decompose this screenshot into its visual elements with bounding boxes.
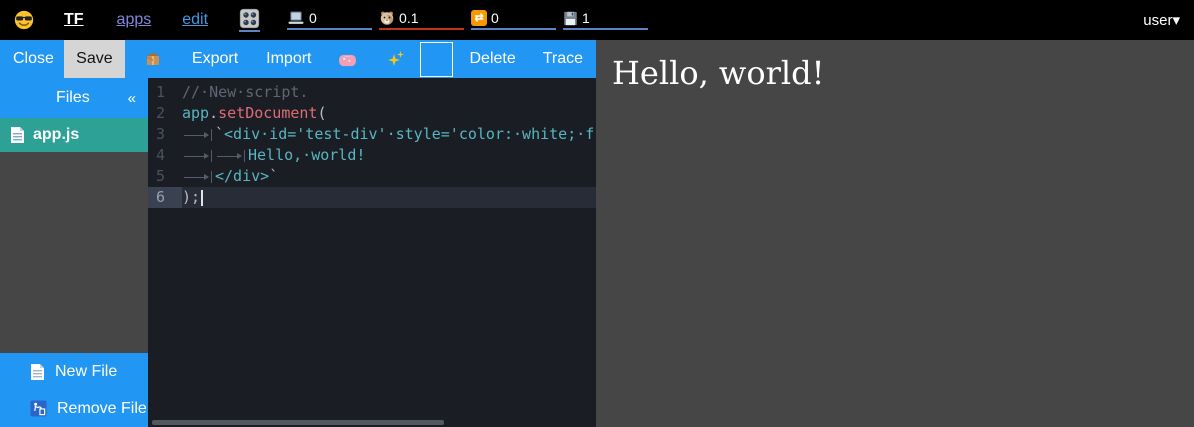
code-line: 4 Hello,·world! (148, 145, 596, 166)
line-number: 1 (148, 82, 182, 103)
hello-world-text: Hello, world! (612, 54, 1194, 92)
code-line: 3 `<div·id='test-div'·style='color:·whit… (148, 124, 596, 145)
code-line: 2 app.setDocument( (148, 103, 596, 124)
document-icon (10, 126, 25, 144)
hamster-icon (379, 10, 395, 26)
code-editor[interactable]: 1 //·New·script. 2 app.setDocument( 3 `<… (148, 78, 596, 427)
top-bar: TF apps edit (0, 0, 1194, 40)
text-cursor (201, 190, 203, 206)
code-token-punct: ( (317, 104, 326, 122)
floppy-disk-icon (563, 11, 578, 26)
export-button[interactable]: Export (192, 50, 238, 68)
smiley-sunglasses-icon[interactable] (13, 9, 35, 31)
floppy-counter: 1 (563, 10, 648, 30)
code-token-variable: app (182, 104, 209, 122)
soap-icon[interactable] (338, 52, 357, 67)
trace-button[interactable]: Trace (543, 50, 583, 68)
code-token-punct: . (209, 104, 218, 122)
sync-counter: ⇄ 0 (471, 10, 556, 30)
code-line-active: 6 ); (148, 187, 596, 208)
line-number: 6 (148, 187, 182, 208)
new-file-button[interactable]: New File (0, 353, 148, 390)
files-title: Files (0, 89, 128, 107)
hamster-counter: 0.1 (379, 10, 464, 30)
tab-indicator (215, 150, 245, 162)
sync-counter-value: 0 (491, 10, 499, 26)
control-knobs-icon[interactable] (239, 8, 260, 32)
sparkles-icon[interactable] (387, 50, 405, 68)
user-menu[interactable]: user▾ (1143, 11, 1194, 29)
line-number: 2 (148, 103, 182, 124)
edit-link[interactable]: edit (182, 11, 208, 29)
litter-bin-icon (30, 400, 47, 417)
line-number: 4 (148, 145, 182, 166)
collapse-sidebar-button[interactable]: « (128, 90, 148, 107)
apps-link[interactable]: apps (117, 11, 152, 29)
code-token-string: <div·id='test-div'·style='color:·white;·… (224, 125, 594, 143)
new-file-icon (30, 363, 45, 381)
file-item-appjs[interactable]: app.js (0, 118, 148, 152)
import-button[interactable]: Import (266, 50, 311, 68)
code-token-punct: ` (269, 167, 278, 185)
code-token-property: setDocument (218, 104, 317, 122)
horizontal-scrollbar[interactable] (152, 420, 444, 425)
workspace: Files « app.j (0, 78, 596, 427)
remove-file-button[interactable]: Remove File (0, 390, 148, 427)
main-area: Close Save Export Import (0, 40, 1194, 427)
code-token-punct: ); (182, 188, 200, 206)
floppy-counter-value: 1 (582, 10, 590, 26)
line-number: 5 (148, 166, 182, 187)
laptop-icon (287, 11, 305, 26)
brand-link[interactable]: TF (64, 11, 84, 29)
file-name: app.js (33, 126, 79, 144)
hamster-counter-value: 0.1 (399, 10, 418, 26)
laptop-counter-value: 0 (309, 10, 317, 26)
package-icon[interactable] (144, 50, 162, 68)
remove-file-label: Remove File (57, 400, 147, 418)
files-sidebar: Files « app.j (0, 78, 148, 427)
code-token-string: </div> (215, 167, 269, 185)
line-number: 3 (148, 124, 182, 145)
tab-indicator (182, 150, 212, 162)
code-token-punct: ` (215, 125, 224, 143)
tab-indicator (182, 129, 212, 141)
code-line: 1 //·New·script. (148, 82, 596, 103)
close-button[interactable]: Close (13, 50, 54, 68)
code-token-string: Hello,·world! (248, 146, 365, 164)
save-button[interactable]: Save (64, 40, 125, 78)
laptop-counter: 0 (287, 10, 372, 30)
ide-panel: Close Save Export Import (0, 40, 596, 427)
sidebar-empty-space (0, 152, 148, 353)
files-header: Files « (0, 78, 148, 118)
color-swatch-button[interactable] (420, 42, 453, 77)
document-preview: Hello, world! (596, 40, 1194, 427)
delete-button[interactable]: Delete (470, 50, 516, 68)
sync-arrows-icon: ⇄ (471, 10, 487, 26)
code-line: 5 </div>` (148, 166, 596, 187)
tab-indicator (182, 171, 212, 183)
top-bar-left: TF apps edit (0, 8, 655, 32)
code-token-comment: //·New·script. (182, 83, 308, 101)
sidebar-actions: New File (0, 353, 148, 427)
new-file-label: New File (55, 363, 117, 381)
editor-toolbar: Close Save Export Import (0, 40, 596, 78)
app-window: TF apps edit (0, 0, 1194, 427)
